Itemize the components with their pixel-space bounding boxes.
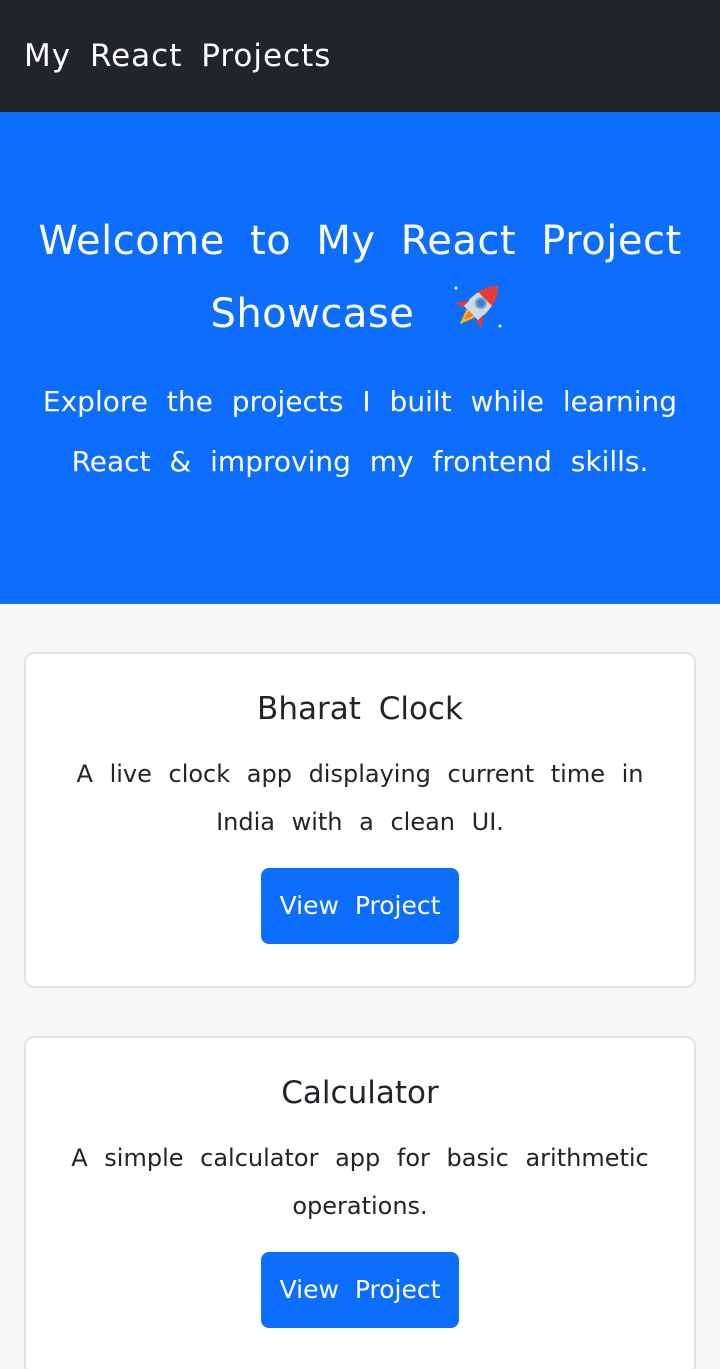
- rocket-icon: [446, 274, 510, 358]
- project-card-calculator: Calculator A simple calculator app for b…: [24, 1036, 696, 1369]
- project-card-bharat-clock: Bharat Clock A live clock app displaying…: [24, 652, 696, 988]
- projects-list: Bharat Clock A live clock app displaying…: [0, 604, 720, 1369]
- project-title: Calculator: [281, 1075, 439, 1111]
- hero-section: Welcome to My React Project Showcase Exp…: [0, 112, 720, 604]
- hero-title: Welcome to My React Project Showcase: [28, 208, 692, 358]
- hero-subtitle: Explore the projects I built while learn…: [42, 385, 678, 478]
- view-project-button[interactable]: View Project: [261, 868, 459, 944]
- hero-title-text: Welcome to My React Project Showcase: [38, 218, 682, 337]
- project-description: A live clock app displaying current time…: [76, 760, 644, 836]
- project-title: Bharat Clock: [257, 691, 463, 727]
- view-project-button[interactable]: View Project: [261, 1252, 459, 1328]
- project-description: A simple calculator app for basic arithm…: [71, 1144, 649, 1220]
- navbar-brand[interactable]: My React Projects: [24, 38, 331, 74]
- navbar: My React Projects: [0, 0, 720, 112]
